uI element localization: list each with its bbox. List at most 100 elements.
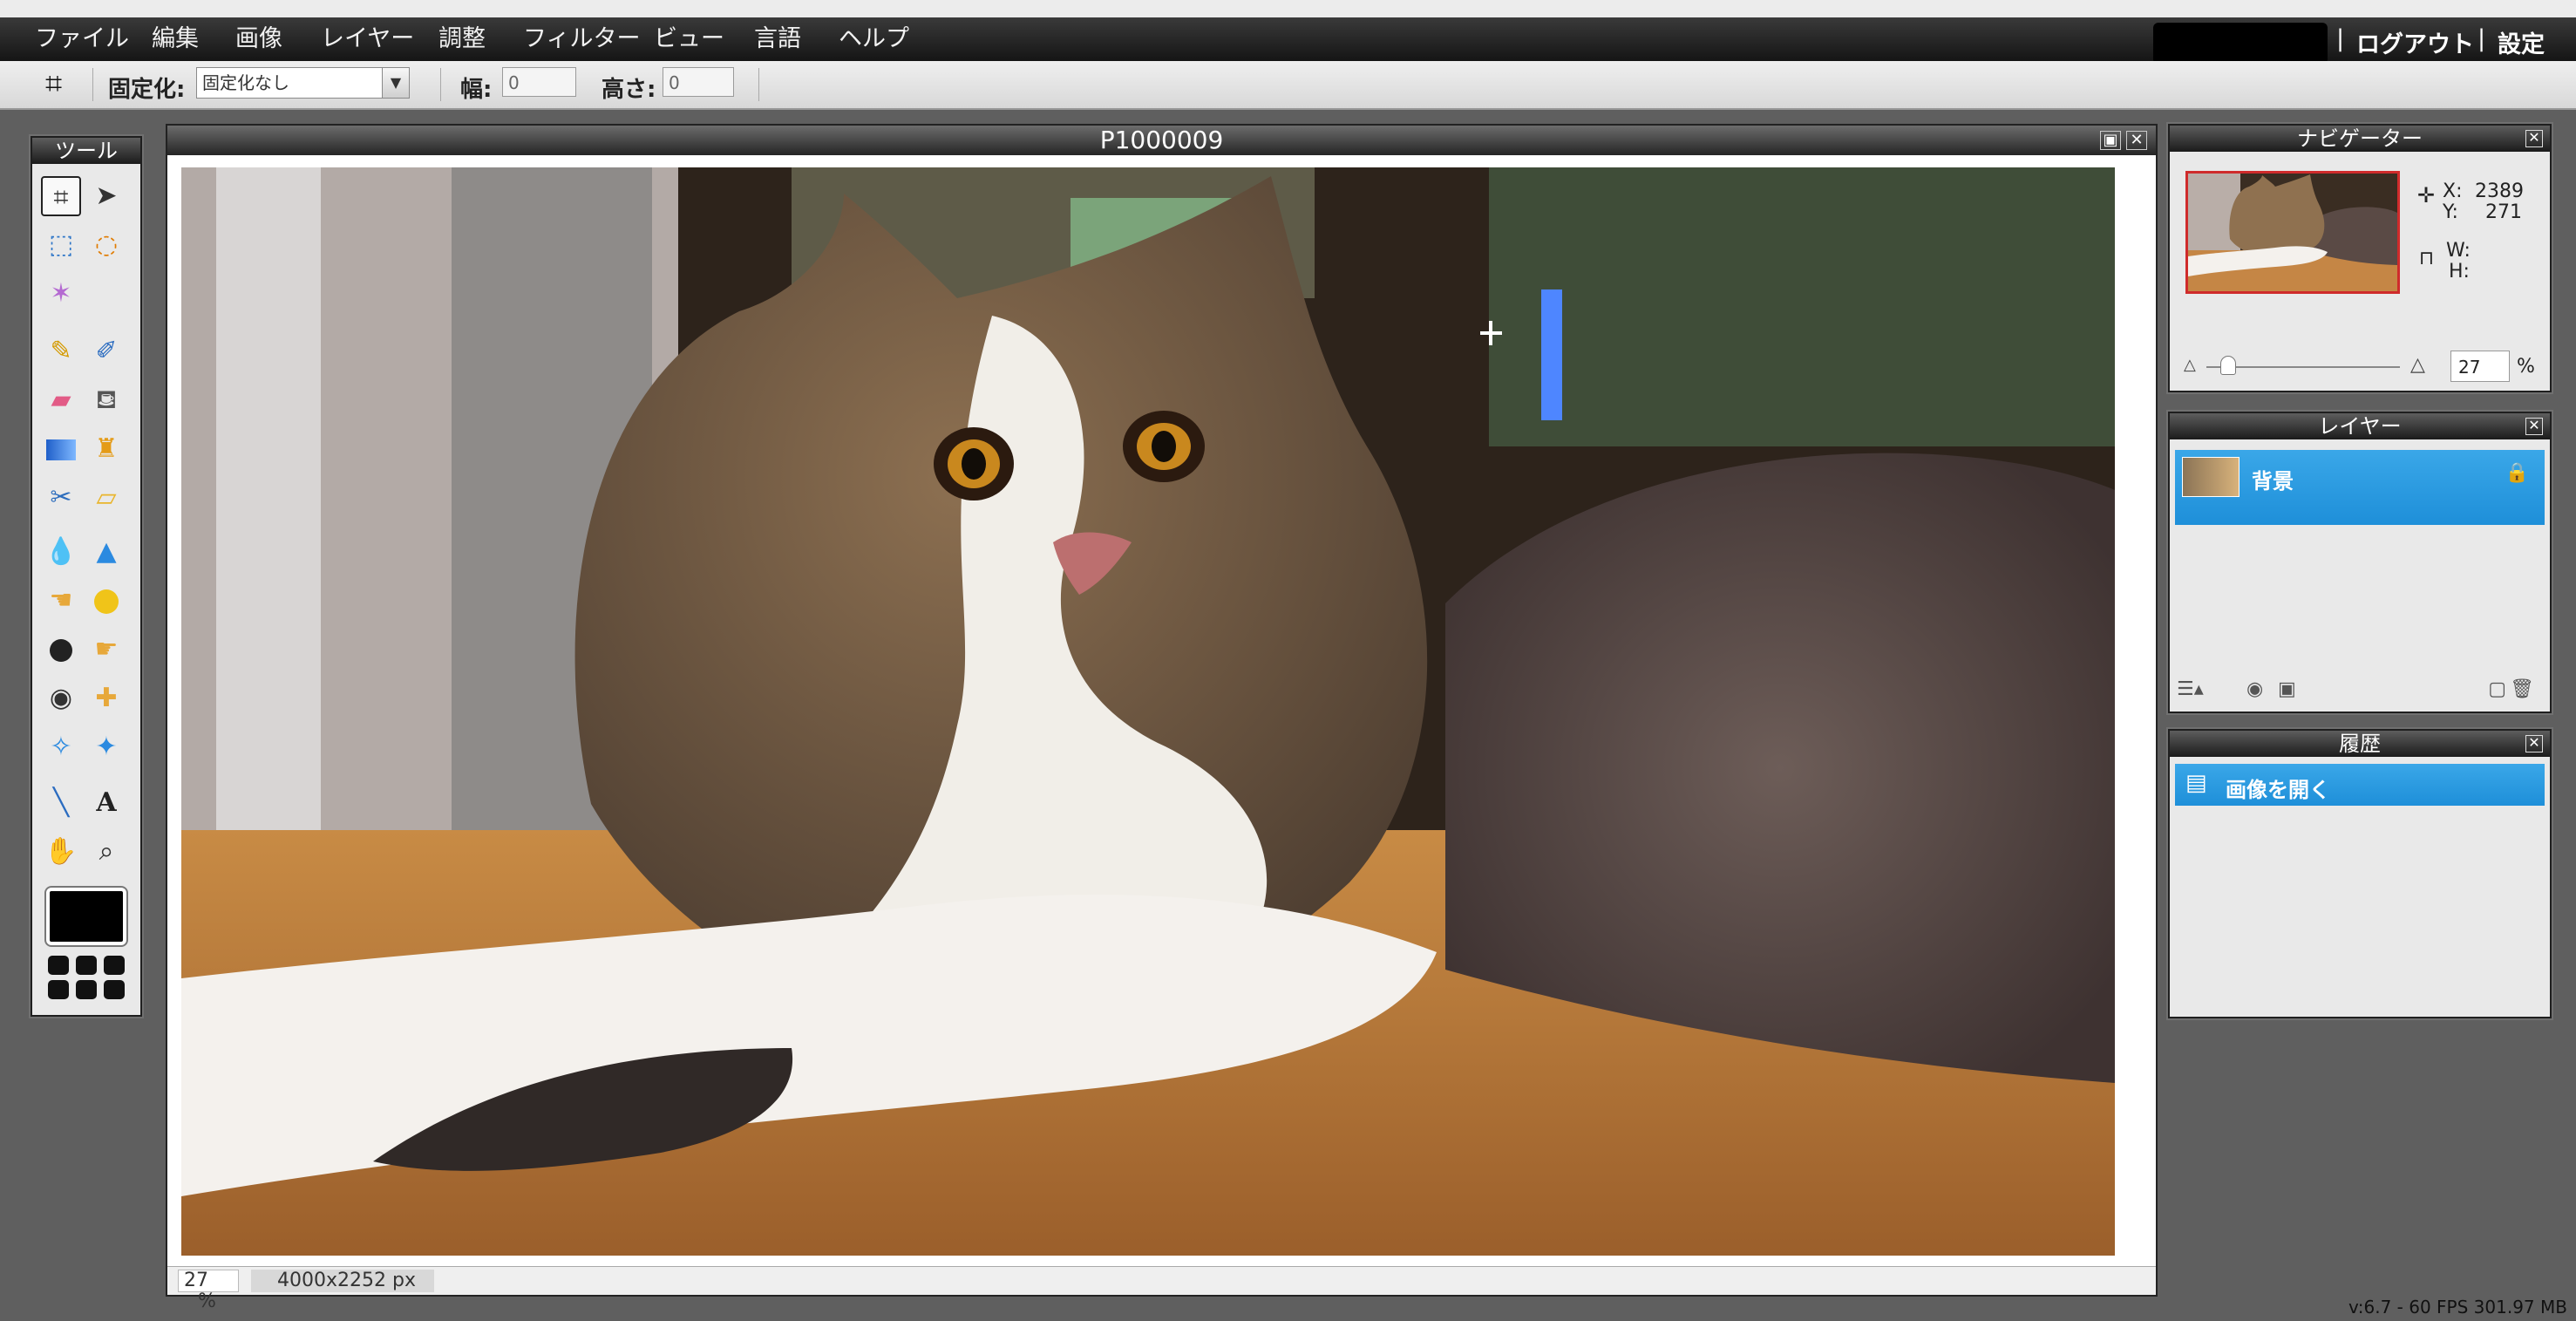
close-icon[interactable]: ✕ [2525, 130, 2543, 147]
chevron-down-icon: ▼ [382, 68, 409, 98]
hand-icon: ✋ [44, 836, 78, 867]
paint-bucket-tool-button[interactable]: ⛾ [86, 380, 126, 420]
crop-icon: ⌗ [53, 182, 69, 213]
clone-stamp-tool-button[interactable]: ♜ [86, 429, 126, 469]
bloat-icon: ✧ [50, 732, 72, 762]
dodge-tool-button[interactable]: ☛ [86, 630, 126, 670]
magic-wand-tool-button[interactable]: ✶ [41, 274, 81, 314]
zoom-tool-button[interactable]: ⌕ [86, 832, 126, 872]
document-status-bar: 27 % 4000x2252 px [167, 1266, 2156, 1312]
color-replace-tool-button[interactable]: ✂ [41, 478, 81, 518]
navigator-zoom-unit: % [2517, 356, 2535, 378]
zoom-icon: ⌕ [99, 836, 114, 867]
navigator-thumbnail[interactable] [2185, 171, 2400, 294]
settings-link[interactable]: 設定 [2498, 25, 2545, 59]
zoom-slider-handle[interactable] [2220, 356, 2236, 375]
magic-wand-icon: ✶ [50, 278, 72, 309]
bloat-tool-button[interactable]: ✧ [41, 727, 81, 767]
menu-image[interactable]: 画像 [235, 26, 282, 52]
menu-file[interactable]: ファイル [35, 26, 129, 52]
gradient-tool-button[interactable] [41, 429, 81, 469]
spot-heal-tool-button[interactable]: ✚ [86, 678, 126, 718]
zoom-out-icon[interactable]: △ [2184, 356, 2196, 374]
maximize-icon[interactable]: ▣ [2100, 131, 2121, 150]
close-icon[interactable]: ✕ [2525, 418, 2543, 435]
brush-tool-button[interactable]: ✐ [86, 331, 126, 371]
marquee-tool-button[interactable]: ⬚ [41, 225, 81, 265]
history-item-open-image[interactable]: ▤ 画像を開く [2175, 764, 2545, 806]
palette-dot [76, 980, 97, 999]
burn-tool-button[interactable] [41, 630, 81, 670]
menu-bar: ファイル 編集 画像 レイヤー 調整 フィルター ビュー 言語 ヘルプ | ログ… [0, 17, 2576, 65]
image-canvas[interactable] [181, 167, 2115, 1256]
tools-panel-title: ツール [32, 138, 140, 164]
document-zoom-unit: % [198, 1290, 216, 1312]
divider [758, 68, 759, 101]
blur-tool-button[interactable]: 💧 [41, 532, 81, 572]
sponge-tool-button[interactable] [86, 581, 126, 621]
palette-dot [76, 956, 97, 975]
palette-dot [48, 956, 69, 975]
pencil-tool-button[interactable]: ✎ [41, 331, 81, 371]
layer-style-icon[interactable]: ▣ [2278, 678, 2296, 700]
smudge-tool-button[interactable]: ☚ [41, 581, 81, 621]
red-eye-tool-button[interactable]: ◉ [41, 678, 81, 718]
history-title: 履歴 [2170, 731, 2550, 757]
height-input[interactable]: 0 [663, 67, 734, 97]
move-tool-button[interactable]: ➤ [86, 176, 126, 216]
menu-adjust[interactable]: 調整 [438, 26, 486, 52]
layer-row-background[interactable]: 背景 🔒 [2175, 450, 2545, 525]
navigator-zoom-input[interactable]: 27 [2450, 351, 2510, 382]
constrain-select[interactable]: 固定化なし ▼ [196, 67, 410, 99]
layer-properties-icon[interactable]: ☰▴ [2177, 678, 2204, 700]
divider [92, 68, 93, 101]
document-zoom-field[interactable]: 27 % [178, 1270, 239, 1312]
drawing-tool-button[interactable]: ▱ [86, 478, 126, 518]
layer-mask-icon[interactable]: ◉ [2246, 678, 2263, 700]
new-layer-icon[interactable]: ▢ [2488, 678, 2506, 700]
layers-panel: レイヤー ✕ 背景 🔒 ☰▴ ◉ ▣ ▢ 🗑 [2168, 412, 2552, 713]
menu-layer[interactable]: レイヤー [321, 26, 414, 52]
menu-help[interactable]: ヘルプ [839, 26, 909, 52]
height-label: 高さ: [602, 77, 656, 103]
crop-icon: ⌗ [45, 66, 63, 101]
palette-dot [48, 980, 69, 999]
logout-link[interactable]: ログアウト [2356, 25, 2474, 59]
trash-icon[interactable]: 🗑 [2510, 678, 2534, 700]
clone-stamp-icon: ♜ [94, 433, 119, 464]
lasso-tool-button[interactable]: ◌ [86, 225, 126, 265]
history-item-label: 画像を開く [2226, 778, 2330, 802]
document-window: P1000009 ▣ ✕ 27 % 4000x2252 px [166, 124, 2158, 1312]
red-eye-icon: ◉ [49, 683, 73, 713]
width-input[interactable]: 0 [502, 67, 576, 97]
layer-name: 背景 [2252, 469, 2294, 494]
menu-view[interactable]: ビュー [654, 26, 724, 52]
pinch-tool-button[interactable]: ✦ [86, 727, 126, 767]
h-label: H: [2449, 261, 2470, 283]
close-icon[interactable]: ✕ [2126, 131, 2147, 150]
browser-top-strip [0, 0, 2576, 17]
pencil-icon: ✎ [50, 336, 72, 366]
drawing-icon: ▱ [96, 482, 117, 513]
zoom-in-icon[interactable]: △ [2410, 354, 2425, 376]
tools-panel: ツール ⌗ ➤ ⬚ ◌ ✶ ✎ ✐ ▰ ⛾ ♜ ✂ ▱ 💧 ▲ ☚ ☛ ◉ ✚ … [31, 136, 142, 1017]
color-picker-tool-button[interactable]: ╲ [41, 783, 81, 823]
cat-photo [181, 167, 2115, 1256]
lasso-icon: ◌ [94, 229, 119, 260]
type-tool-button[interactable]: A [86, 783, 126, 823]
menu-edit[interactable]: 編集 [152, 26, 199, 52]
x-value: 2389 [2475, 180, 2524, 202]
spot-heal-icon: ✚ [95, 683, 118, 713]
sharpen-tool-button[interactable]: ▲ [86, 532, 126, 572]
hand-tool-button[interactable]: ✋ [41, 832, 81, 872]
y-label: Y: [2443, 201, 2458, 223]
y-value: 271 [2485, 201, 2522, 223]
close-icon[interactable]: ✕ [2525, 735, 2543, 752]
eraser-tool-button[interactable]: ▰ [41, 380, 81, 420]
menu-filter[interactable]: フィルター [523, 26, 640, 52]
layers-title: レイヤー [2170, 413, 2550, 439]
crop-tool-button[interactable]: ⌗ [41, 176, 81, 216]
menu-language[interactable]: 言語 [754, 26, 801, 52]
document-title: P1000009 [167, 126, 2156, 155]
foreground-color-swatch[interactable] [46, 888, 126, 945]
